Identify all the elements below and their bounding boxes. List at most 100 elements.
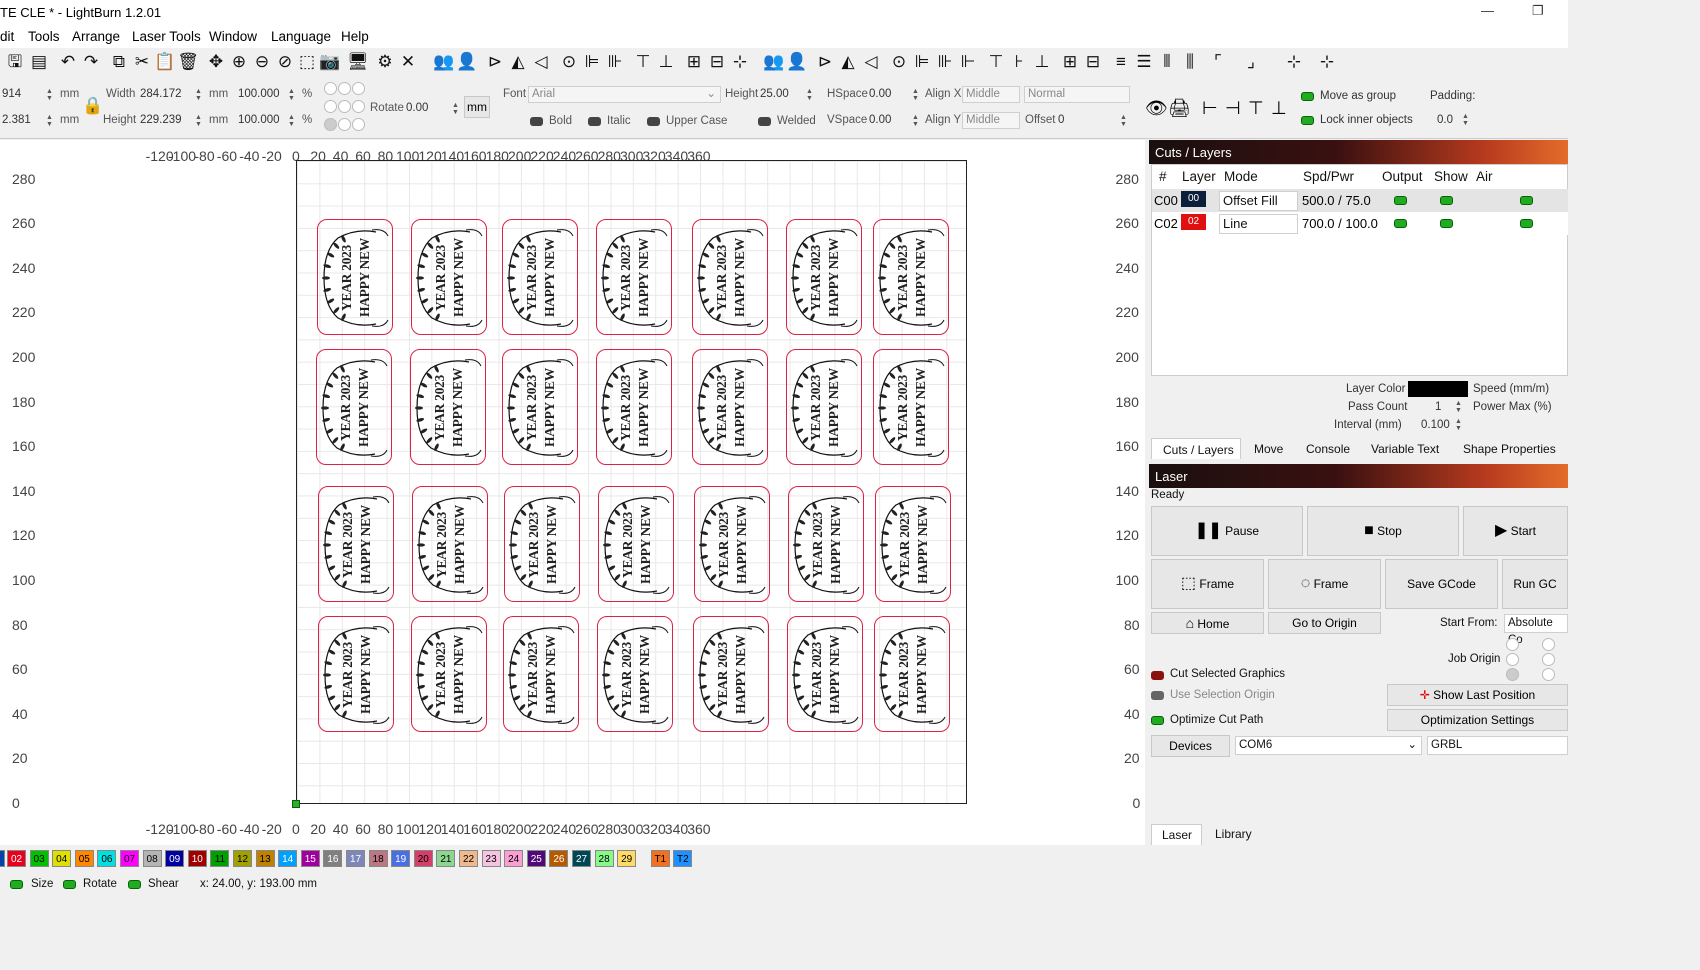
scale-height-spinner[interactable]: ▲ ▼ (288, 114, 295, 128)
flip-h2-icon[interactable]: ⊳ (814, 50, 836, 74)
upper-case-toggle[interactable] (647, 117, 660, 126)
use-selection-origin-toggle[interactable] (1151, 691, 1164, 700)
palette-swatch-26[interactable]: 26 (549, 850, 569, 867)
settings-icon[interactable]: ⚙ (374, 50, 396, 74)
eye-icon[interactable]: 👁 (1145, 98, 1168, 119)
happy-new-year-tag[interactable]: YEAR 2023 HAPPY NEW (316, 349, 392, 465)
layer-color-box[interactable] (1408, 381, 1468, 397)
controller-select[interactable]: GRBL (1427, 736, 1568, 755)
happy-new-year-tag[interactable]: YEAR 2023 HAPPY NEW (788, 486, 864, 602)
optimize-toggle[interactable] (1151, 716, 1164, 725)
happy-new-year-tag[interactable]: YEAR 2023 HAPPY NEW (596, 349, 672, 465)
palette-swatch-20[interactable]: 20 (413, 850, 433, 867)
vspace-field[interactable]: 0.00 (869, 114, 891, 126)
align-middle2-icon[interactable]: ⊦ (1008, 50, 1030, 74)
palette-swatch-07[interactable]: 07 (120, 850, 139, 867)
anchor-tc-radio[interactable] (338, 82, 351, 95)
happy-new-year-tag[interactable]: YEAR 2023 HAPPY NEW (786, 349, 862, 465)
palette-swatch-18[interactable]: 18 (368, 850, 388, 867)
palette-swatch-15[interactable]: 15 (300, 850, 320, 867)
spdpwr-value[interactable]: 700.0 / 100.0 (1302, 216, 1378, 231)
palette-swatch-13[interactable]: 13 (255, 850, 275, 867)
align-top-icon[interactable]: ⊤ (632, 50, 654, 74)
palette-swatch-27[interactable]: 27 (572, 850, 591, 867)
pause-button[interactable]: ❚❚ Pause (1151, 506, 1303, 556)
save-gcode-button[interactable]: Save GCode (1385, 559, 1498, 609)
happy-new-year-tag[interactable]: YEAR 2023 HAPPY NEW (502, 219, 578, 335)
palette-swatch-11[interactable]: 11 (210, 850, 230, 867)
menu-help[interactable]: Help (341, 29, 369, 44)
distribute-h-icon[interactable]: ⊞ (683, 50, 705, 74)
show-toggle[interactable] (1440, 219, 1453, 228)
anchor-mc-radio[interactable] (338, 100, 351, 113)
camera-icon[interactable]: 📷 (319, 50, 341, 74)
output-toggle[interactable] (1394, 196, 1407, 205)
equal-height-icon[interactable]: ⫼ (1179, 50, 1201, 74)
dock-icon[interactable]: ⊹ (1283, 50, 1305, 74)
tab-console[interactable]: Console (1306, 442, 1350, 456)
zoom-fit-icon[interactable]: ⊘ (274, 50, 296, 74)
equal-width-icon[interactable]: ⫴ (1156, 50, 1178, 74)
group-icon[interactable]: 👥 (433, 50, 455, 74)
anchor-bl-radio[interactable] (324, 118, 337, 131)
palette-swatch-10[interactable]: 10 (187, 850, 207, 867)
happy-new-year-tag[interactable]: YEAR 2023 HAPPY NEW (504, 486, 580, 602)
flip-v2-icon[interactable]: ◭ (837, 50, 859, 74)
spdpwr-value[interactable]: 500.0 / 75.0 (1302, 193, 1371, 208)
interval-spinner[interactable]: ▲ ▼ (1455, 418, 1462, 432)
text-mode-select[interactable]: Normal (1024, 86, 1130, 103)
palette-swatch-02[interactable]: 02 (7, 850, 26, 867)
align-left2-icon[interactable]: ⊫ (911, 50, 933, 74)
job-origin-radio[interactable] (1542, 668, 1555, 681)
align-x-select[interactable]: Middle (962, 86, 1020, 103)
anchor-bc-radio[interactable] (338, 118, 351, 131)
pass-count-field[interactable]: 1 (1435, 401, 1441, 413)
align-right2-icon[interactable]: ⊩ (957, 50, 979, 74)
tab-library[interactable]: Library (1215, 827, 1252, 841)
happy-new-year-tag[interactable]: YEAR 2023 HAPPY NEW (786, 219, 862, 335)
scale-width-spinner[interactable]: ▲ ▼ (288, 88, 295, 102)
happy-new-year-tag[interactable]: YEAR 2023 HAPPY NEW (873, 219, 949, 335)
tab-cuts-layers[interactable]: Cuts / Layers (1163, 443, 1234, 457)
distribute-v-icon[interactable]: ⊟ (706, 50, 728, 74)
ungroup-icon[interactable]: 👤 (456, 50, 478, 74)
minimize-button[interactable]: — (1481, 3, 1494, 18)
flip-v-icon[interactable]: ◭ (507, 50, 529, 74)
happy-new-year-tag[interactable]: YEAR 2023 HAPPY NEW (410, 349, 486, 465)
padding-field[interactable]: 0.0 (1437, 114, 1453, 126)
happy-new-year-tag[interactable]: YEAR 2023 HAPPY NEW (692, 349, 768, 465)
palette-swatch-08[interactable]: 08 (142, 850, 162, 867)
offset-spinner[interactable]: ▲ ▼ (1120, 114, 1127, 128)
redo-icon[interactable]: ↷ (80, 50, 102, 74)
mode-select[interactable]: Line (1219, 214, 1298, 234)
frame-round-button[interactable]: ◌ Frame (1268, 559, 1381, 609)
zoom-selection-icon[interactable]: ⬚ (296, 50, 318, 74)
align-left-icon[interactable]: ⊫ (581, 50, 603, 74)
height-field[interactable]: 229.239 (140, 114, 182, 126)
palette-swatch-17[interactable]: 17 (346, 850, 365, 867)
palette-swatch-25[interactable]: 25 (526, 850, 546, 867)
monitor-icon[interactable]: 🖥 (347, 50, 369, 74)
menu-arrange[interactable]: Arrange (72, 29, 120, 44)
job-origin-radio[interactable] (1506, 653, 1519, 666)
happy-new-year-tag[interactable]: YEAR 2023 HAPPY NEW (596, 219, 672, 335)
move-icon[interactable]: ✥ (205, 50, 227, 74)
x-position-field[interactable]: 914 (2, 88, 21, 100)
port-select[interactable]: COM6 ⌄ (1235, 736, 1422, 755)
align-center2-icon[interactable]: ⊪ (934, 50, 956, 74)
delete-icon[interactable]: 🗑 (177, 50, 199, 74)
menu-window[interactable]: Window (209, 29, 257, 44)
hspace-spinner[interactable]: ▲ ▼ (912, 88, 919, 102)
lock-inner-toggle[interactable] (1301, 116, 1314, 125)
start-button[interactable]: ▶ Start (1463, 506, 1568, 556)
printer-icon[interactable]: 🖨 (1168, 98, 1191, 119)
happy-new-year-tag[interactable]: YEAR 2023 HAPPY NEW (692, 219, 768, 335)
vspace-spinner[interactable]: ▲ ▼ (912, 114, 919, 128)
interval-field[interactable]: 0.100 (1421, 419, 1450, 431)
job-origin-radio[interactable] (1506, 638, 1519, 651)
show-toggle[interactable] (1440, 196, 1453, 205)
offset-field[interactable]: 0 (1058, 114, 1064, 126)
palette-swatch-22[interactable]: 22 (459, 850, 478, 867)
palette-swatch-12[interactable]: 12 (233, 850, 252, 867)
palette-swatch-04[interactable]: 04 (52, 850, 72, 867)
